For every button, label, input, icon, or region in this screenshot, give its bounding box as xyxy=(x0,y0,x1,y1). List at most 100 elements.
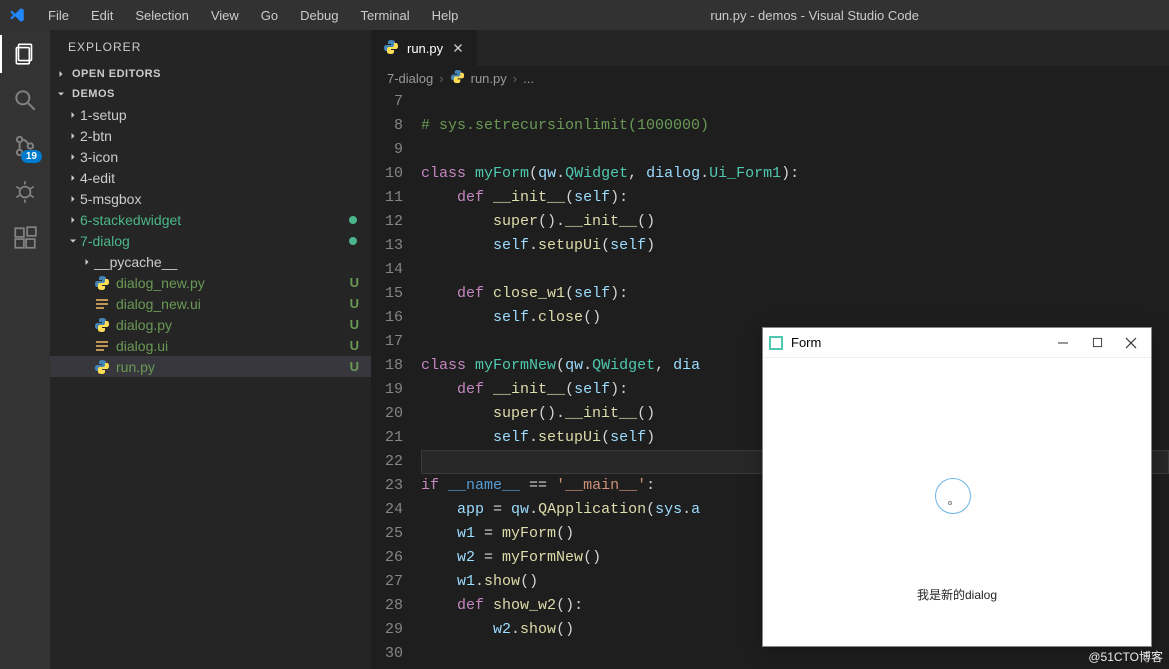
form-title: Form xyxy=(791,335,1055,350)
menu-selection[interactable]: Selection xyxy=(125,4,198,27)
chevron-down-icon xyxy=(54,87,68,101)
chevron-down-icon xyxy=(66,234,80,248)
menu-file[interactable]: File xyxy=(38,4,79,27)
python-icon xyxy=(94,359,110,375)
tree-label: dialog.py xyxy=(116,317,350,333)
tree-folder[interactable]: 1-setup xyxy=(50,104,371,125)
tree-file[interactable]: dialog.pyU xyxy=(50,314,371,335)
vscode-logo-icon xyxy=(8,6,26,24)
tree-folder[interactable]: 2-btn xyxy=(50,125,371,146)
tree-folder[interactable]: 6-stackedwidget xyxy=(50,209,371,230)
chevron-right-icon: › xyxy=(513,71,517,86)
line-gutter: 7891011121314151617181920212223242526272… xyxy=(371,90,421,669)
ui-file-icon xyxy=(94,296,110,312)
code-line[interactable]: class myForm(qw.QWidget, dialog.Ui_Form1… xyxy=(421,162,1169,186)
sidebar-title: EXPLORER xyxy=(50,30,371,64)
tree-label: 4-edit xyxy=(80,170,371,186)
code-line[interactable]: def __init__(self): xyxy=(421,186,1169,210)
breadcrumb[interactable]: 7-dialog › run.py › ... xyxy=(371,66,1169,90)
form-titlebar[interactable]: Form xyxy=(763,328,1151,358)
main-menu: FileEditSelectionViewGoDebugTerminalHelp xyxy=(38,4,468,27)
close-icon[interactable] xyxy=(451,41,465,55)
menu-go[interactable]: Go xyxy=(251,4,288,27)
tree-folder[interactable]: 4-edit xyxy=(50,167,371,188)
debug-icon[interactable] xyxy=(11,178,39,206)
chevron-right-icon xyxy=(66,129,80,143)
tree-label: dialog_new.py xyxy=(116,275,350,291)
minimize-icon[interactable] xyxy=(1055,335,1071,351)
workspace-section[interactable]: DEMOS xyxy=(50,84,371,104)
git-icon[interactable]: 19 xyxy=(11,132,39,160)
tree-label: 7-dialog xyxy=(80,233,349,249)
activity-bar: 19 xyxy=(0,30,50,669)
chevron-right-icon xyxy=(66,108,80,122)
python-icon xyxy=(94,275,110,291)
section-label: DEMOS xyxy=(72,88,115,100)
python-icon xyxy=(94,317,110,333)
search-icon[interactable] xyxy=(11,86,39,114)
tree-folder[interactable]: 5-msgbox xyxy=(50,188,371,209)
tree-file[interactable]: dialog.uiU xyxy=(50,335,371,356)
python-icon xyxy=(383,39,399,58)
tree-label: 3-icon xyxy=(80,149,371,165)
chevron-right-icon xyxy=(54,67,68,81)
explorer-icon[interactable] xyxy=(11,40,39,68)
form-app-icon xyxy=(769,336,783,350)
section-label: OPEN EDITORS xyxy=(72,68,161,80)
chevron-right-icon xyxy=(80,255,94,269)
chevron-right-icon xyxy=(66,213,80,227)
tree-folder[interactable]: 7-dialog xyxy=(50,230,371,251)
close-icon[interactable] xyxy=(1123,335,1139,351)
tab-run-py[interactable]: run.py xyxy=(371,30,478,66)
python-icon xyxy=(450,69,465,87)
git-status-badge: U xyxy=(350,338,359,353)
code-line[interactable] xyxy=(421,138,1169,162)
form-body-text: 我是新的dialog xyxy=(763,586,1151,603)
explorer-sidebar: EXPLORER OPEN EDITORS DEMOS 1-setup 2-btn… xyxy=(50,30,371,669)
breadcrumb-more[interactable]: ... xyxy=(523,71,534,86)
tree-file[interactable]: dialog_new.pyU xyxy=(50,272,371,293)
tree-label: run.py xyxy=(116,359,350,375)
tree-label: __pycache__ xyxy=(94,254,371,270)
code-line[interactable] xyxy=(421,90,1169,114)
tree-folder[interactable]: 3-icon xyxy=(50,146,371,167)
maximize-icon[interactable] xyxy=(1089,335,1105,351)
tree-label: 2-btn xyxy=(80,128,371,144)
tree-label: dialog_new.ui xyxy=(116,296,350,312)
watermark: @51CTO博客 xyxy=(1088,648,1163,665)
tree-label: 5-msgbox xyxy=(80,191,371,207)
chevron-right-icon xyxy=(66,171,80,185)
form-body: 我是新的dialog xyxy=(763,358,1151,646)
code-line[interactable]: super().__init__() xyxy=(421,210,1169,234)
menu-edit[interactable]: Edit xyxy=(81,4,123,27)
tree-file[interactable]: __pycache__ xyxy=(50,251,371,272)
editor-tabs: run.py xyxy=(371,30,1169,66)
extensions-icon[interactable] xyxy=(11,224,39,252)
chevron-right-icon xyxy=(66,150,80,164)
git-status-badge: U xyxy=(350,296,359,311)
tree-file[interactable]: run.pyU xyxy=(50,356,371,377)
chevron-right-icon xyxy=(66,192,80,206)
tab-label: run.py xyxy=(407,41,443,56)
git-status-badge: U xyxy=(350,317,359,332)
form-dialog-window[interactable]: Form 我是新的dialog xyxy=(762,327,1152,647)
tree-label: 1-setup xyxy=(80,107,371,123)
tree-file[interactable]: dialog_new.uiU xyxy=(50,293,371,314)
menu-terminal[interactable]: Terminal xyxy=(350,4,419,27)
menu-view[interactable]: View xyxy=(201,4,249,27)
file-tree: 1-setup 2-btn 3-icon 4-edit 5-msgbox 6-stacke… xyxy=(50,104,371,669)
code-line[interactable]: self.setupUi(self) xyxy=(421,234,1169,258)
menu-debug[interactable]: Debug xyxy=(290,4,348,27)
window-titlebar: FileEditSelectionViewGoDebugTerminalHelp… xyxy=(0,0,1169,30)
code-line[interactable] xyxy=(421,258,1169,282)
window-title: run.py - demos - Visual Studio Code xyxy=(468,8,1161,23)
menu-help[interactable]: Help xyxy=(422,4,469,27)
code-line[interactable]: # sys.setrecursionlimit(1000000) xyxy=(421,114,1169,138)
breadcrumb-folder[interactable]: 7-dialog xyxy=(387,71,433,86)
breadcrumb-file[interactable]: run.py xyxy=(471,71,507,86)
cursor-indicator-icon xyxy=(935,478,971,514)
git-modified-dot-icon xyxy=(349,237,357,245)
open-editors-section[interactable]: OPEN EDITORS xyxy=(50,64,371,84)
code-line[interactable]: def close_w1(self): xyxy=(421,282,1169,306)
tree-label: dialog.ui xyxy=(116,338,350,354)
